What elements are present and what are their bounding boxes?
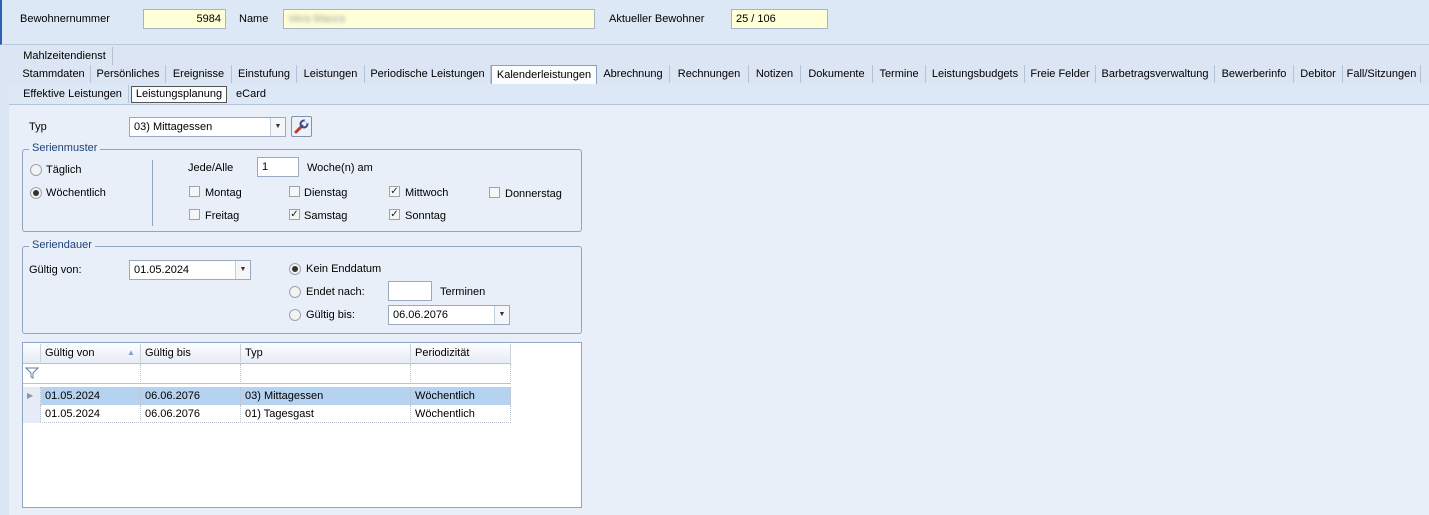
filter-icon[interactable] xyxy=(24,367,40,379)
row-indicator xyxy=(23,405,41,423)
tab-leistungsbudgets[interactable]: Leistungsbudgets xyxy=(926,65,1025,83)
wrench-icon xyxy=(294,119,309,134)
jede-alle-input[interactable]: 1 xyxy=(257,157,299,177)
name-value: Vera Maura xyxy=(288,13,345,25)
checkbox-dienstag[interactable] xyxy=(289,186,300,197)
jede-alle-label: Jede/Alle xyxy=(188,162,234,174)
tab-einstufung[interactable]: Einstufung xyxy=(232,65,297,83)
column-header-typ[interactable]: Typ xyxy=(241,344,411,362)
filter-cell-gueltig-bis[interactable] xyxy=(141,364,241,382)
tab-mahlzeitendienst[interactable]: Mahlzeitendienst xyxy=(17,47,113,65)
checkbox-samstag[interactable]: ✓ xyxy=(289,209,300,220)
tab-debitor[interactable]: Debitor xyxy=(1294,65,1343,83)
donnerstag-label: Donnerstag xyxy=(505,188,562,200)
grid-indicator-header xyxy=(23,344,41,362)
gueltig-von-value: 01.05.2024 xyxy=(134,264,190,276)
checkbox-freitag[interactable] xyxy=(189,209,200,220)
radio-gueltig-bis[interactable] xyxy=(289,309,301,321)
typ-select[interactable]: 03) Mittagessen ▼ xyxy=(129,117,286,137)
column-header-periodizitaet[interactable]: Periodizität xyxy=(411,344,511,362)
tab-ereignisse[interactable]: Ereignisse xyxy=(166,65,232,83)
bewohnernummer-field[interactable]: 5984 xyxy=(143,9,226,29)
gueltig-von-datepicker[interactable]: 01.05.2024 ▼ xyxy=(129,260,251,280)
freitag-label: Freitag xyxy=(205,210,240,222)
row-indicator-icon: ▶ xyxy=(23,387,41,405)
seriendauer-legend: Seriendauer xyxy=(29,239,95,251)
filter-cell-gueltig-von[interactable] xyxy=(41,364,141,382)
name-field[interactable]: Vera Maura xyxy=(283,9,595,29)
tab-termine[interactable]: Termine xyxy=(873,65,926,83)
checkbox-mittwoch[interactable]: ✓ xyxy=(389,186,400,197)
subtab-leistungsplanung[interactable]: Leistungsplanung xyxy=(131,86,227,103)
tab-freie-felder[interactable]: Freie Felder xyxy=(1025,65,1096,83)
kein-enddatum-label: Kein Enddatum xyxy=(306,263,382,275)
radio-taeglich[interactable] xyxy=(30,164,42,176)
gueltig-bis-datepicker[interactable]: 06.06.2076 ▼ xyxy=(388,305,510,325)
sort-ascending-icon: ▲ xyxy=(127,348,135,357)
tab-fall-sitzungen[interactable]: Fall/Sitzungen xyxy=(1343,65,1421,83)
cell-typ: 03) Mittagessen xyxy=(241,387,411,405)
radio-endet-nach[interactable] xyxy=(289,286,301,298)
tab-barbetragsverwaltung[interactable]: Barbetragsverwaltung xyxy=(1096,65,1215,83)
cell-periodizitaet: Wöchentlich xyxy=(411,387,511,405)
name-label: Name xyxy=(239,13,269,25)
column-header-gueltig-von[interactable]: Gültig von ▲ xyxy=(41,344,141,362)
tab-rechnungen[interactable]: Rechnungen xyxy=(670,65,749,83)
wochen-am-label: Woche(n) am xyxy=(307,162,373,174)
tab-dokumente[interactable]: Dokumente xyxy=(801,65,873,83)
taeglich-label: Täglich xyxy=(46,164,82,176)
gueltig-bis-value: 06.06.2076 xyxy=(393,309,449,321)
column-header-label: Gültig von xyxy=(45,347,95,359)
column-header-gueltig-bis[interactable]: Gültig bis xyxy=(141,344,241,362)
endet-nach-label: Endet nach: xyxy=(306,286,365,298)
subtab-effektive-leistungen[interactable]: Effektive Leistungen xyxy=(17,85,129,103)
aktueller-bewohner-field[interactable]: 25 / 106 xyxy=(731,9,828,29)
serienmuster-legend: Serienmuster xyxy=(29,142,101,154)
filter-cell-typ[interactable] xyxy=(241,364,411,382)
cell-gueltig-von: 01.05.2024 xyxy=(41,405,141,423)
gueltig-bis-label: Gültig bis: xyxy=(306,309,355,321)
chevron-down-icon[interactable]: ▼ xyxy=(235,261,250,279)
tab-periodische-leistungen[interactable]: Periodische Leistungen xyxy=(365,65,491,83)
terminen-label: Terminen xyxy=(440,286,486,298)
chevron-down-icon[interactable]: ▼ xyxy=(270,118,285,136)
samstag-label: Samstag xyxy=(304,210,348,222)
filter-cell-periodizitaet[interactable] xyxy=(411,364,511,382)
tab-notizen[interactable]: Notizen xyxy=(749,65,801,83)
typ-value: 03) Mittagessen xyxy=(134,121,213,133)
checkbox-donnerstag[interactable] xyxy=(489,187,500,198)
tab-stammdaten[interactable]: Stammdaten xyxy=(17,65,91,83)
cell-gueltig-von: 01.05.2024 xyxy=(41,387,141,405)
radio-kein-enddatum[interactable] xyxy=(289,263,301,275)
radio-woechentlich[interactable] xyxy=(30,187,42,199)
cell-gueltig-bis: 06.06.2076 xyxy=(141,387,241,405)
cell-typ: 01) Tagesgast xyxy=(241,405,411,423)
serienmuster-divider xyxy=(152,160,153,226)
chevron-down-icon[interactable]: ▼ xyxy=(494,306,509,324)
cell-gueltig-bis: 06.06.2076 xyxy=(141,405,241,423)
tab-kalenderleistungen[interactable]: Kalenderleistungen xyxy=(491,65,597,85)
checkbox-montag[interactable] xyxy=(189,186,200,197)
tab-persoenliches[interactable]: Persönliches xyxy=(91,65,166,83)
checkbox-sonntag[interactable]: ✓ xyxy=(389,209,400,220)
typ-label: Typ xyxy=(29,121,47,133)
tab-abrechnung[interactable]: Abrechnung xyxy=(597,65,670,83)
mittwoch-label: Mittwoch xyxy=(405,187,449,199)
tab-leistungen[interactable]: Leistungen xyxy=(297,65,365,83)
sonntag-label: Sonntag xyxy=(405,210,446,222)
gueltig-von-label: Gültig von: xyxy=(29,264,82,276)
wrench-button[interactable] xyxy=(291,116,312,137)
subtab-ecard[interactable]: eCard xyxy=(229,85,273,103)
bewohnernummer-label: Bewohnernummer xyxy=(20,13,110,25)
woechentlich-label: Wöchentlich xyxy=(46,187,106,199)
dienstag-label: Dienstag xyxy=(304,187,348,199)
montag-label: Montag xyxy=(205,187,242,199)
cell-periodizitaet: Wöchentlich xyxy=(411,405,511,423)
endet-nach-input[interactable] xyxy=(388,281,432,301)
aktueller-bewohner-label: Aktueller Bewohner xyxy=(609,13,705,25)
leistungsplanung-grid: Gültig von ▲ Gültig bis Typ Periodizität… xyxy=(22,342,582,508)
tab-bewerberinfo[interactable]: Bewerberinfo xyxy=(1215,65,1294,83)
